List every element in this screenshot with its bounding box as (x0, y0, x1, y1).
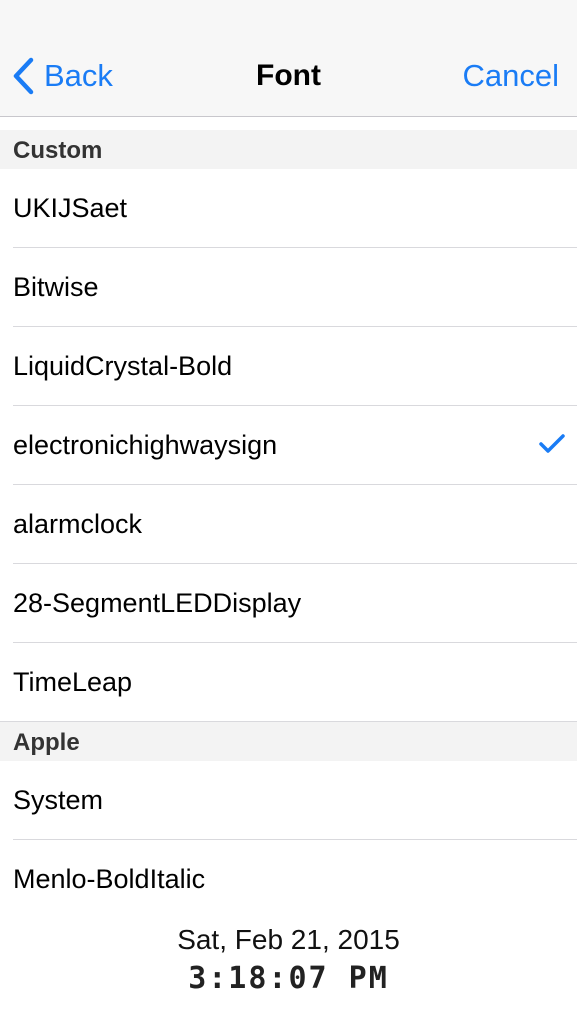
section-header-apple: Apple (0, 722, 577, 761)
list-item-label: System (13, 785, 104, 815)
section-header-custom: Custom (0, 130, 577, 169)
list-item-label: UKIJSaet (13, 193, 128, 223)
font-list: Custom UKIJSaet Bitwise LiquidCrystal-Bo… (0, 130, 577, 919)
list-item[interactable]: alarmclock (0, 485, 577, 564)
list-item[interactable]: Menlo-BoldItalic (0, 840, 577, 919)
list-item-label: TimeLeap (13, 667, 133, 697)
list-item[interactable]: Bitwise (0, 248, 577, 327)
list-item-label: 28-SegmentLEDDisplay (13, 588, 302, 618)
list-item-label: Bitwise (13, 272, 99, 302)
list-item-label: Menlo-BoldItalic (13, 864, 206, 894)
date-time-footer: Sat, Feb 21, 2015 3:18:07 PM (0, 918, 577, 996)
list-item[interactable]: TimeLeap (0, 643, 577, 722)
list-item[interactable]: UKIJSaet (0, 169, 577, 248)
checkmark-icon (539, 434, 565, 453)
cancel-button[interactable]: Cancel (463, 54, 560, 98)
list-item[interactable]: System (0, 761, 577, 840)
list-item-label: electronichighwaysign (13, 430, 278, 460)
list-item-label: LiquidCrystal-Bold (13, 351, 233, 381)
list-item-selected[interactable]: electronichighwaysign (0, 406, 577, 485)
navigation-bar: Back Font Cancel (0, 0, 577, 117)
current-date: Sat, Feb 21, 2015 (177, 924, 400, 955)
list-item-label: alarmclock (13, 509, 143, 539)
current-time: 3:18:07 PM (188, 961, 389, 996)
list-item[interactable]: 28-SegmentLEDDisplay (0, 564, 577, 643)
list-item[interactable]: LiquidCrystal-Bold (0, 327, 577, 406)
